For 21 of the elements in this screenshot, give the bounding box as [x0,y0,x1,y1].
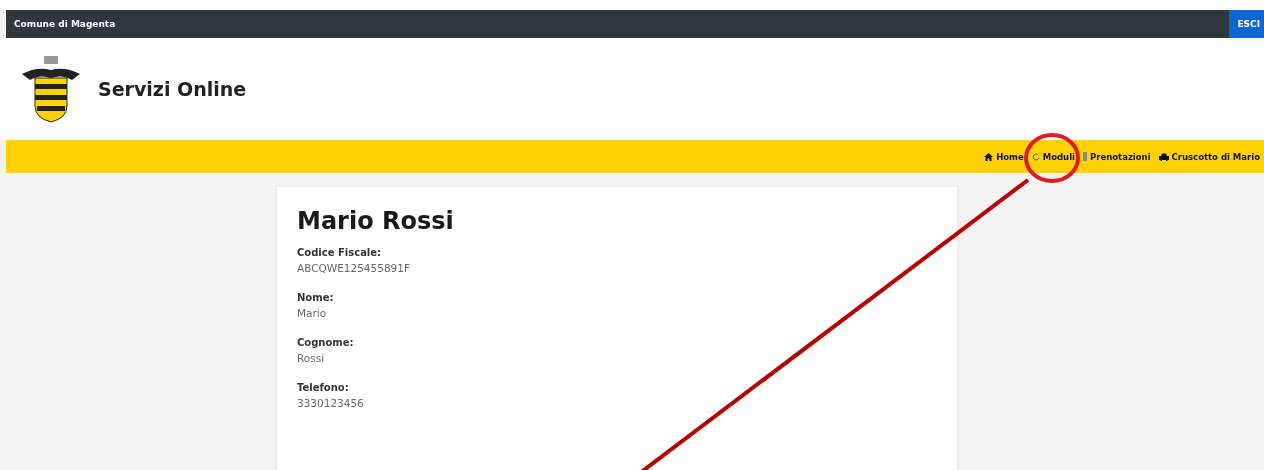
nav-link[interactable]: Moduli [1031,151,1075,162]
field-value: ABCQWE125455891F [297,262,411,274]
profile-name: Mario Rossi [297,207,455,235]
home-icon [984,152,994,161]
field-label: Nome: [297,292,335,303]
field-value: 3330123456 [297,397,365,409]
header-title: Servizi Online [98,78,247,100]
car-icon [1158,152,1169,161]
nav-link[interactable]: Prenotazioni [1083,151,1151,162]
field-value: Rossi [297,352,326,364]
nav-link[interactable]: Cruscotto di Mario [1158,151,1260,162]
field-label: Telefono: [297,382,350,393]
field-value: Mario [297,307,328,319]
refresh-icon [1031,152,1040,161]
coat-of-arms-logo [22,54,80,124]
site-title: Comune di Magenta [14,19,116,29]
nav-link[interactable]: Home [984,151,1024,162]
bookmark-icon [1083,152,1087,161]
field-label: Cognome: [297,337,355,348]
field-label: Codice Fiscale: [297,247,383,258]
logout-button[interactable]: ESCI [1229,10,1264,38]
